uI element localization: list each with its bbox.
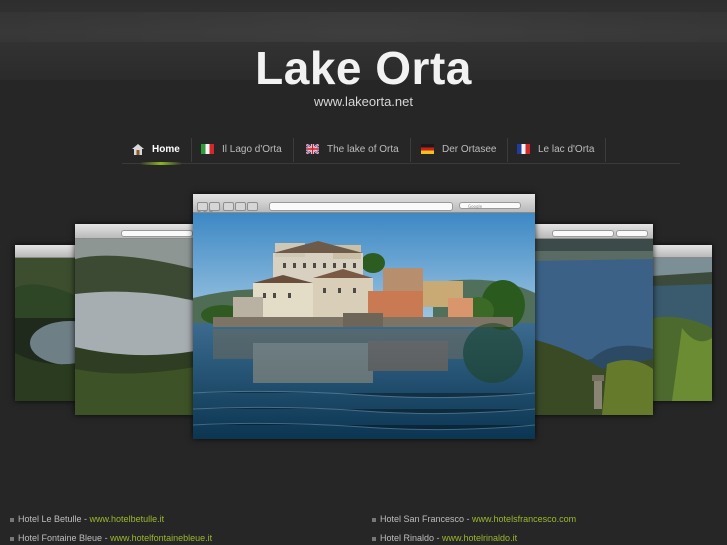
nav-divider — [122, 163, 680, 164]
slide-center[interactable]: Google — [193, 194, 535, 439]
nav-separator — [507, 138, 509, 162]
hotel-website-link[interactable]: www.hotelbetulle.it — [90, 514, 165, 524]
nav-item-label: Home — [152, 143, 180, 155]
nav-item-le-lac-dorta[interactable]: Le lac d'Orta — [517, 136, 607, 162]
hotel-name: Hotel Le Betulle — [18, 514, 82, 524]
hotel-website-link[interactable]: www.hotelsfrancesco.com — [472, 514, 576, 524]
browser-chrome — [15, 245, 77, 263]
hotel-name: Hotel San Francesco — [380, 514, 465, 524]
nav-separator — [605, 138, 607, 162]
nav-item-label: Il Lago d'Orta — [222, 143, 282, 155]
slide-far-right[interactable] — [652, 245, 712, 401]
isola-san-giulio-photo — [193, 213, 535, 439]
lake-photo — [15, 258, 77, 401]
nav-item-label: The lake of Orta — [327, 143, 399, 155]
site-url: www.lakeorta.net — [314, 94, 413, 109]
separator: - — [434, 533, 443, 543]
hotel-website-link[interactable]: www.hotelrinaldo.it — [442, 533, 517, 543]
separator: - — [464, 514, 473, 524]
search-bar: Google — [459, 202, 521, 209]
browser-chrome: Google — [193, 194, 535, 213]
nav-separator — [409, 138, 411, 162]
slide-left[interactable] — [75, 224, 195, 415]
hotel-link: Hotel Rinaldo - www.hotelrinaldo.it — [372, 533, 517, 543]
active-tab-indicator — [140, 162, 182, 165]
nav-separator — [190, 138, 192, 162]
nav-item-label: Le lac d'Orta — [538, 143, 595, 155]
italian-flag-icon — [201, 144, 214, 154]
bullet-icon — [372, 517, 376, 522]
bullet-icon — [10, 536, 14, 541]
hotel-link: Hotel Le Betulle - www.hotelbetulle.it — [10, 514, 164, 524]
uk-flag-icon — [306, 144, 319, 154]
hotel-link: Hotel Fontaine Bleue - www.hotelfontaine… — [10, 533, 212, 543]
separator: - — [81, 514, 90, 524]
bullet-icon — [10, 517, 14, 522]
slide-right[interactable] — [532, 224, 653, 415]
hotel-link: Hotel San Francesco - www.hotelsfrancesc… — [372, 514, 576, 524]
bullet-icon — [372, 536, 376, 541]
hotel-name: Hotel Fontaine Bleue — [18, 533, 103, 543]
german-flag-icon — [421, 144, 434, 154]
nav-separator — [292, 138, 294, 162]
browser-chrome — [532, 224, 653, 239]
browser-chrome — [652, 245, 712, 263]
nav-item-il-lago-dorta[interactable]: Il Lago d'Orta — [201, 136, 294, 162]
nav-item-der-ortasee[interactable]: Der Ortasee — [421, 136, 509, 162]
hotel-website-link[interactable]: www.hotelfontainebleue.it — [110, 533, 212, 543]
home-icon — [132, 143, 144, 155]
address-bar — [269, 202, 453, 211]
site-title: Lake Orta — [255, 42, 472, 94]
lake-photo — [75, 239, 195, 415]
lake-photo — [532, 239, 653, 415]
nav-item-label: Der Ortasee — [442, 143, 497, 155]
nav-item-home[interactable]: Home — [132, 136, 192, 162]
separator: - — [102, 533, 111, 543]
slide-far-left[interactable] — [15, 245, 77, 401]
nav-item-the-lake-of-orta[interactable]: The lake of Orta — [306, 136, 411, 162]
hotel-name: Hotel Rinaldo — [380, 533, 435, 543]
lake-photo — [652, 258, 712, 401]
browser-chrome — [75, 224, 195, 242]
french-flag-icon — [517, 144, 530, 154]
